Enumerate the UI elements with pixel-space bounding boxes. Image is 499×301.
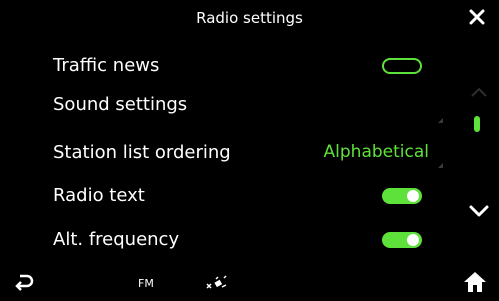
radio-text-label: Radio text [53, 185, 145, 206]
close-icon [469, 9, 485, 25]
chevron-up-icon[interactable] [470, 86, 488, 98]
radio-text-toggle[interactable] [382, 188, 422, 204]
traffic-news-row[interactable]: Traffic news [0, 47, 445, 85]
traffic-news-label: Traffic news [53, 55, 160, 76]
sound-settings-label: Sound settings [53, 94, 188, 115]
home-icon[interactable] [463, 270, 487, 294]
page-title: Radio settings [196, 9, 303, 27]
traffic-news-toggle[interactable] [382, 58, 422, 74]
submenu-indicator-icon [438, 118, 443, 123]
alt-frequency-toggle[interactable] [382, 232, 422, 248]
alt-frequency-row[interactable]: Alt. frequency [0, 221, 445, 259]
station-list-ordering-value: Alphabetical [323, 142, 429, 162]
sound-settings-row[interactable]: Sound settings [0, 86, 445, 124]
chevron-down-icon[interactable] [468, 203, 490, 219]
scrollbar-thumb[interactable] [474, 116, 480, 132]
submenu-indicator-icon [438, 163, 443, 168]
back-arrow-icon[interactable] [14, 273, 34, 291]
station-list-ordering-label: Station list ordering [53, 142, 231, 163]
satellite-icon[interactable] [204, 273, 230, 291]
source-label[interactable]: FM [138, 277, 154, 290]
alt-frequency-label: Alt. frequency [53, 229, 180, 250]
bottom-bar: FM [0, 262, 499, 301]
close-button[interactable] [464, 4, 490, 30]
radio-text-row[interactable]: Radio text [0, 177, 445, 215]
station-list-ordering-row[interactable]: Station list ordering Alphabetical [0, 134, 445, 172]
